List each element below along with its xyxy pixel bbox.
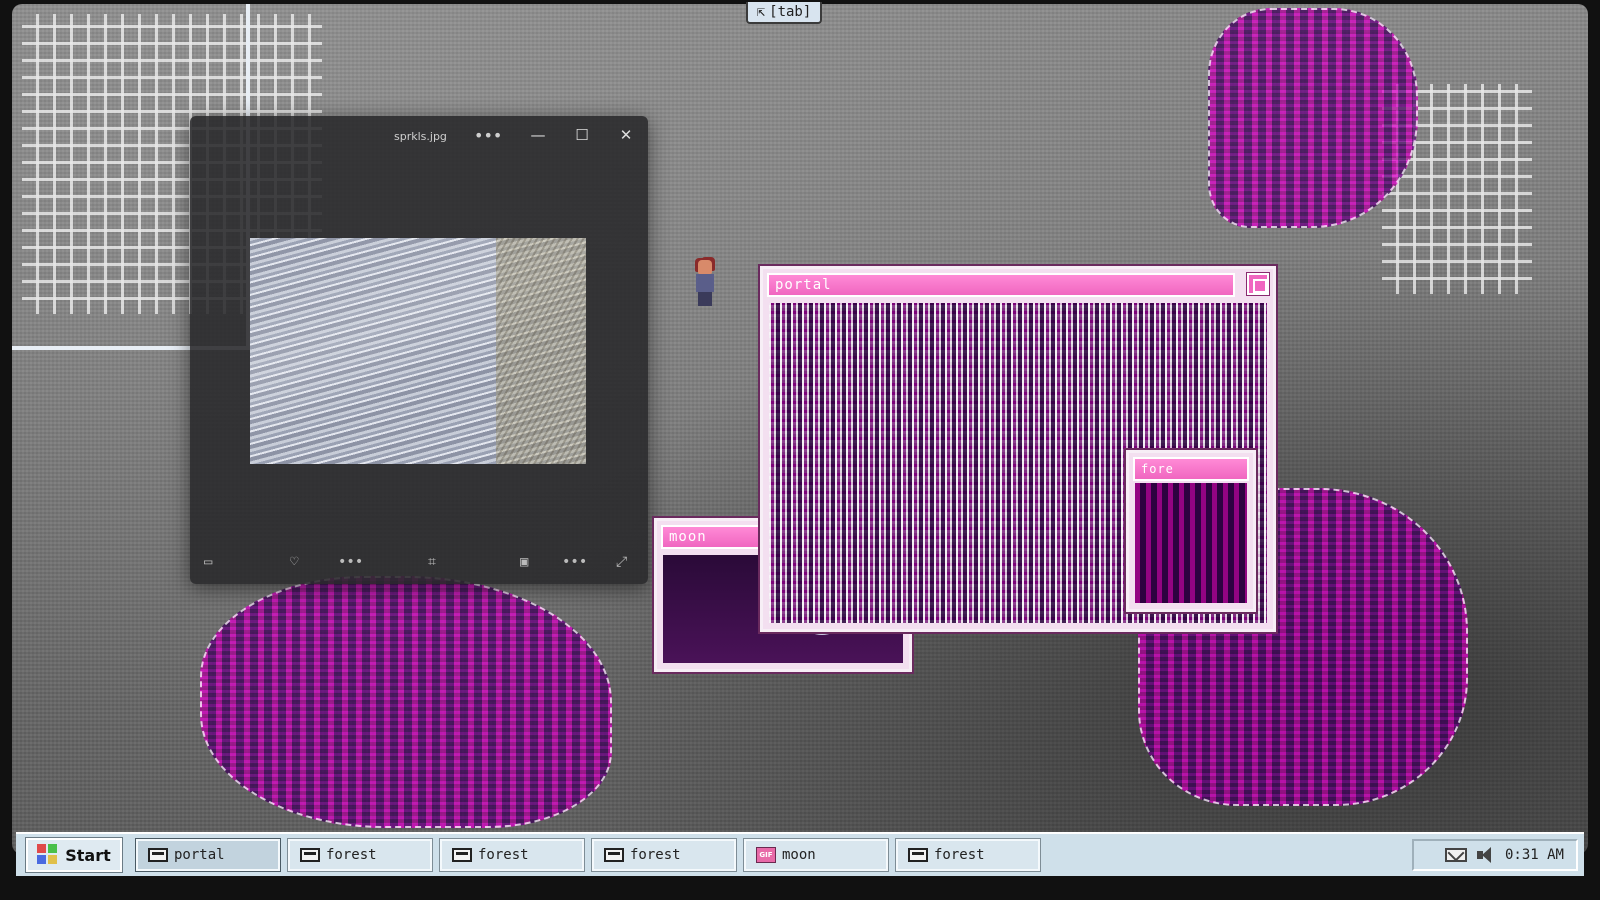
taskbar-item-label: portal bbox=[174, 847, 225, 863]
viewer-filename: sprkls.jpg bbox=[394, 130, 447, 143]
taskbar-item-portal[interactable]: portal bbox=[135, 838, 281, 872]
character-torso bbox=[696, 274, 714, 292]
window-icon bbox=[908, 848, 928, 862]
forest-window-title[interactable]: fore bbox=[1133, 457, 1249, 481]
viewer-photo bbox=[250, 238, 586, 464]
glitch-blob-bottom-left bbox=[200, 576, 612, 828]
windows-logo-icon bbox=[37, 844, 59, 866]
more-icon-right[interactable]: ••• bbox=[562, 554, 587, 570]
viewer-titlebar[interactable]: sprkls.jpg ••• — ☐ ✕ bbox=[190, 116, 648, 158]
cursor-icon: ⇱ bbox=[756, 4, 766, 20]
forest-window-content bbox=[1135, 483, 1247, 603]
clock[interactable]: 0:31 AM bbox=[1505, 847, 1564, 863]
window-icon bbox=[604, 848, 624, 862]
gif-icon: GIF bbox=[756, 847, 776, 863]
close-button[interactable]: ✕ bbox=[616, 126, 636, 144]
tab-hint: ⇱ [tab] bbox=[746, 2, 822, 24]
window-icon bbox=[300, 848, 320, 862]
heart-icon[interactable]: ♡ bbox=[290, 554, 298, 570]
mail-icon[interactable] bbox=[1444, 848, 1467, 862]
taskbar-item-label: forest bbox=[934, 847, 985, 863]
glitch-blob-top-right bbox=[1208, 8, 1418, 228]
taskbar-item-forest-2[interactable]: forest bbox=[439, 838, 585, 872]
viewer-more-button[interactable]: ••• bbox=[474, 126, 502, 145]
taskbar-item-label: moon bbox=[782, 847, 816, 863]
taskbar-item-forest-3[interactable]: forest bbox=[591, 838, 737, 872]
screen-icon[interactable]: ▣ bbox=[520, 554, 528, 570]
system-tray: 0:31 AM bbox=[1412, 839, 1578, 871]
maximize-button[interactable]: ☐ bbox=[572, 126, 592, 144]
image-viewer-window[interactable]: sprkls.jpg ••• — ☐ ✕ ▭ ♡ ••• ⌗ ▣ ••• ⤢ bbox=[190, 116, 648, 584]
character-head bbox=[698, 260, 712, 274]
portal-window-title[interactable]: portal bbox=[767, 273, 1235, 297]
pixel-character-sprite[interactable] bbox=[692, 260, 716, 308]
taskbar-item-label: forest bbox=[630, 847, 681, 863]
taskbar-item-label: forest bbox=[326, 847, 377, 863]
taskbar-item-forest-1[interactable]: forest bbox=[287, 838, 433, 872]
start-label: Start bbox=[65, 845, 111, 865]
forest-window[interactable]: fore bbox=[1124, 448, 1258, 614]
viewer-bottom-toolbar: ▭ ♡ ••• ⌗ ▣ ••• ⤢ bbox=[190, 544, 648, 584]
window-icon bbox=[452, 848, 472, 862]
tab-hint-label: [tab] bbox=[769, 4, 812, 20]
expand-icon[interactable]: ⤢ bbox=[616, 554, 627, 570]
taskbar-item-label: forest bbox=[478, 847, 529, 863]
portal-close-button[interactable] bbox=[1246, 272, 1270, 296]
crop-icon[interactable]: ⌗ bbox=[428, 554, 436, 570]
window-icon bbox=[148, 848, 168, 862]
taskbar-item-moon[interactable]: GIF moon bbox=[743, 838, 889, 872]
taskbar-item-forest-4[interactable]: forest bbox=[895, 838, 1041, 872]
start-button[interactable]: Start bbox=[25, 837, 123, 873]
minimize-button[interactable]: — bbox=[528, 126, 548, 144]
desktop[interactable]: sprkls.jpg ••• — ☐ ✕ ▭ ♡ ••• ⌗ ▣ ••• ⤢ m… bbox=[12, 4, 1588, 854]
more-icon[interactable]: ••• bbox=[338, 554, 363, 570]
taskbar: Start portal forest forest forest GIF mo… bbox=[16, 832, 1584, 876]
character-legs bbox=[698, 292, 712, 306]
filmstrip-icon[interactable]: ▭ bbox=[204, 554, 212, 570]
speaker-icon[interactable] bbox=[1476, 847, 1495, 863]
